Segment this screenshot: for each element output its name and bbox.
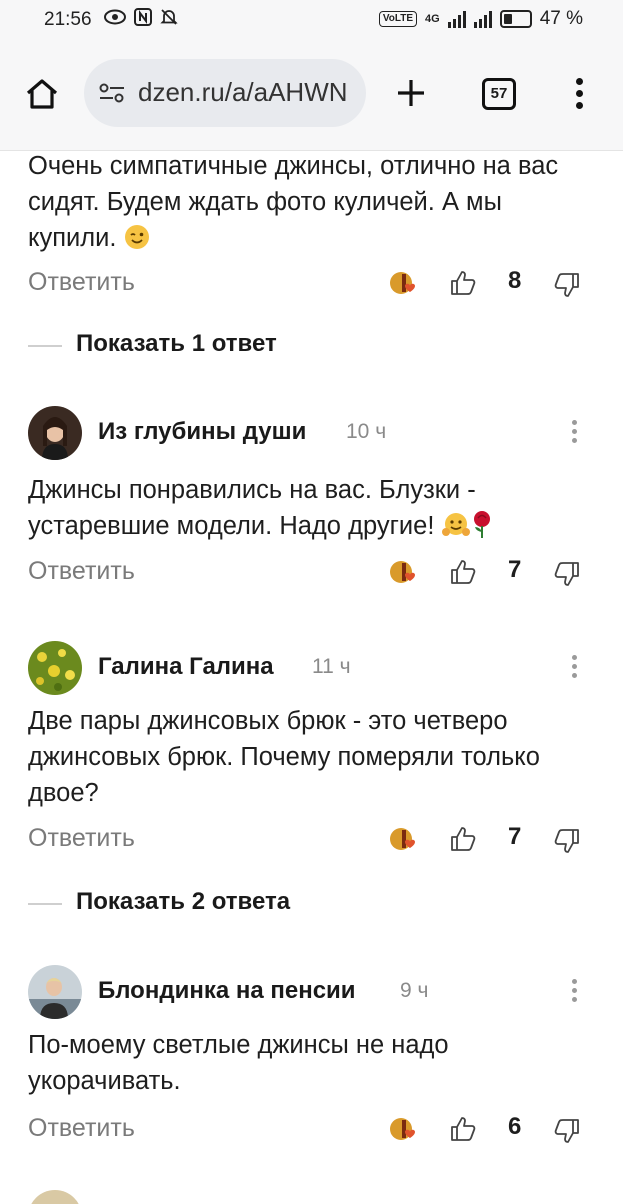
- comment-text: Очень симпатичные джинсы, отлично на вас…: [28, 152, 559, 252]
- network-type: 4G: [425, 13, 440, 25]
- show-replies-label: Показать 1 ответ: [76, 330, 277, 357]
- dislike-icon[interactable]: [554, 272, 580, 298]
- comment-text: Две пары джинсовых брюк - это четверо дж…: [28, 707, 540, 807]
- comment-menu-icon[interactable]: [572, 655, 578, 681]
- status-bar: 21:56 VoLTE 4G 47 %: [0, 0, 623, 40]
- tabs-icon[interactable]: 57: [482, 78, 516, 110]
- comment-header: Галина Галина 11 ч: [28, 641, 588, 695]
- comment-time: 11 ч: [312, 655, 351, 678]
- nfc-icon: [134, 8, 152, 26]
- comment-reactions: 8: [390, 267, 600, 298]
- author-name[interactable]: Из глубины души: [98, 418, 306, 446]
- dislike-icon[interactable]: [554, 828, 580, 854]
- reaction-emoji-icon[interactable]: [390, 268, 420, 298]
- dislike-icon[interactable]: [554, 561, 580, 587]
- reaction-emoji-icon[interactable]: [390, 824, 420, 854]
- comment-time: 9 ч: [400, 979, 429, 1002]
- signal-icon: [447, 10, 466, 28]
- reaction-emoji-icon[interactable]: [390, 1114, 420, 1144]
- comment-header: Блондинка на пенсии 9 ч: [28, 965, 588, 1019]
- comment-header: Из глубины души 10 ч: [28, 406, 588, 460]
- battery-icon: [499, 10, 532, 28]
- mute-bell-icon: [160, 9, 178, 25]
- new-tab-plus-icon[interactable]: [396, 78, 426, 108]
- reply-button[interactable]: Ответить: [28, 268, 135, 297]
- comment-menu-icon[interactable]: [572, 420, 578, 446]
- divider-line: [28, 903, 62, 905]
- comment-text: По-моему светлые джинсы не надо укорачив…: [28, 1031, 449, 1095]
- like-icon[interactable]: [450, 270, 476, 296]
- avatar[interactable]: [28, 406, 82, 460]
- volte-badge: VoLTE: [378, 11, 417, 27]
- avatar[interactable]: [28, 641, 82, 695]
- like-icon[interactable]: [450, 559, 476, 585]
- comment-text: Джинсы понравились на вас. Блузки - уста…: [28, 472, 588, 544]
- signal-icon-2: [473, 10, 492, 28]
- likes-count: 7: [508, 556, 522, 583]
- site-settings-icon[interactable]: [98, 82, 126, 104]
- reaction-emoji-icon[interactable]: [390, 557, 420, 587]
- battery-percent: 47 %: [539, 8, 583, 29]
- comment-reactions: 6: [390, 1113, 600, 1144]
- dislike-icon[interactable]: [554, 1118, 580, 1144]
- reply-button[interactable]: Ответить: [28, 824, 135, 853]
- comment-reactions: 7: [390, 823, 600, 854]
- winking-face-icon: [124, 225, 149, 249]
- hugging-face-icon: [441, 513, 470, 536]
- reply-button[interactable]: Ответить: [28, 1114, 135, 1143]
- status-time: 21:56: [44, 9, 92, 30]
- eye-icon: [104, 9, 126, 25]
- like-icon[interactable]: [450, 826, 476, 852]
- next-comment-avatar-partial: [28, 1190, 82, 1204]
- status-left-icons: [104, 8, 178, 26]
- comment-reactions: 7: [390, 556, 600, 587]
- divider-line: [28, 345, 62, 347]
- comment-menu-icon[interactable]: [572, 979, 578, 1005]
- like-icon[interactable]: [450, 1116, 476, 1142]
- likes-count: 6: [508, 1113, 522, 1140]
- likes-count: 7: [508, 823, 522, 850]
- reply-button[interactable]: Ответить: [28, 557, 135, 586]
- avatar[interactable]: [28, 965, 82, 1019]
- comment-time: 10 ч: [346, 420, 387, 443]
- likes-count: 8: [508, 267, 522, 294]
- browser-toolbar: dzen.ru/a/aAHWN 57: [0, 40, 623, 150]
- address-bar[interactable]: dzen.ru/a/aAHWN: [84, 59, 366, 127]
- url-text: dzen.ru/a/aAHWN: [138, 77, 348, 107]
- rose-icon: [473, 511, 490, 538]
- author-name[interactable]: Блондинка на пенсии: [98, 977, 356, 1005]
- author-name[interactable]: Галина Галина: [98, 653, 274, 681]
- more-menu-icon[interactable]: [576, 78, 584, 109]
- show-replies-label: Показать 2 ответа: [76, 888, 291, 915]
- status-right-icons: VoLTE 4G 47 %: [378, 8, 583, 30]
- home-icon[interactable]: [22, 74, 62, 114]
